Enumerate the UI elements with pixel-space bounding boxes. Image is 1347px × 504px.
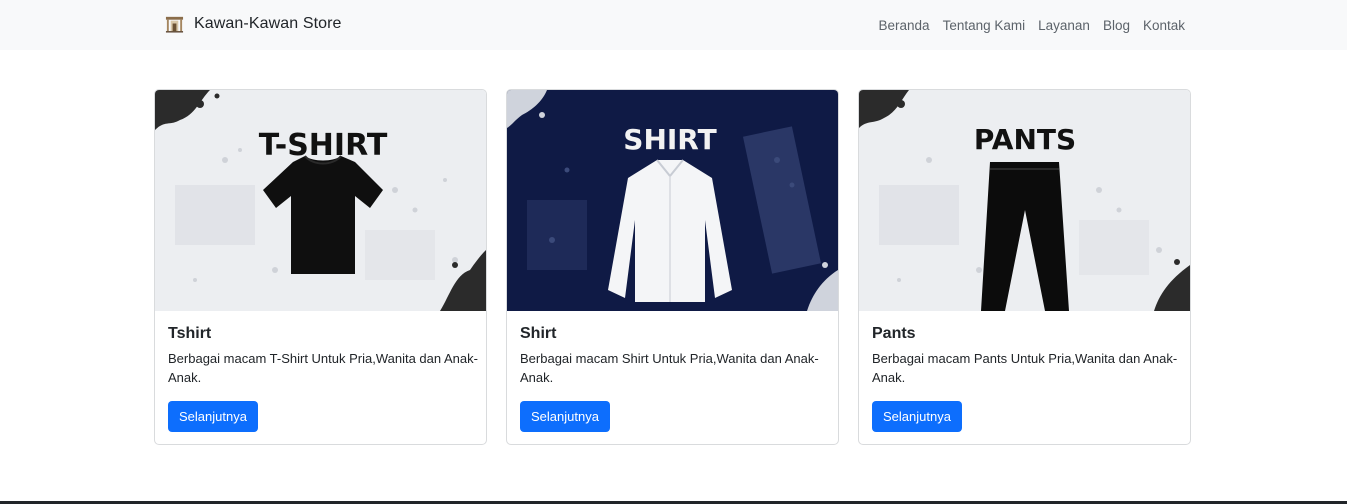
brand-link[interactable]: Kawan-Kawan Store	[165, 14, 342, 33]
card-title: Pants	[872, 325, 916, 342]
svg-text:T-SHIRT: T-SHIRT	[259, 128, 388, 163]
nav-link-kontak[interactable]: Kontak	[1143, 17, 1185, 34]
card-body: Tshirt Berbagai macam T-Shirt Untuk Pria…	[168, 324, 478, 432]
card-body: Pants Berbagai macam Pants Untuk Pria,Wa…	[872, 324, 1182, 432]
nav-link-blog[interactable]: Blog	[1103, 17, 1130, 34]
tshirt-product-image: T-SHIRT	[155, 90, 486, 311]
product-card-shirt: SHIRT Shirt Berbagai macam Shirt Untuk P…	[506, 89, 839, 445]
nav-link-beranda[interactable]: Beranda	[879, 17, 930, 34]
card-description: Berbagai macam Shirt Untuk Pria,Wanita d…	[520, 351, 819, 385]
card-body: Shirt Berbagai macam Shirt Untuk Pria,Wa…	[520, 324, 830, 432]
svg-text:SHIRT: SHIRT	[623, 123, 716, 156]
shirt-product-image: SHIRT	[507, 90, 838, 311]
selanjutnya-button-shirt[interactable]: Selanjutnya	[520, 401, 610, 432]
svg-text:PANTS: PANTS	[974, 123, 1076, 156]
nav-links: Beranda Tentang Kami Layanan Blog Kontak	[879, 17, 1185, 34]
brand-name: Kawan-Kawan Store	[194, 14, 342, 32]
store-logo-icon	[165, 16, 184, 33]
selanjutnya-button-pants[interactable]: Selanjutnya	[872, 401, 962, 432]
pants-product-image: PANTS	[859, 90, 1190, 311]
nav-link-layanan[interactable]: Layanan	[1038, 17, 1090, 34]
card-title: Shirt	[520, 325, 557, 342]
nav-link-tentang-kami[interactable]: Tentang Kami	[943, 17, 1026, 34]
card-description: Berbagai macam T-Shirt Untuk Pria,Wanita…	[168, 351, 478, 385]
navbar: Kawan-Kawan Store Beranda Tentang Kami L…	[0, 0, 1347, 50]
selanjutnya-button-tshirt[interactable]: Selanjutnya	[168, 401, 258, 432]
product-card-pants: PANTS Pants Berbagai macam Pants Untuk P…	[858, 89, 1191, 445]
card-title: Tshirt	[168, 325, 212, 342]
card-description: Berbagai macam Pants Untuk Pria,Wanita d…	[872, 351, 1178, 385]
product-card-tshirt: T-SHIRT Tshirt Berbagai macam T-Shirt Un…	[154, 89, 487, 445]
